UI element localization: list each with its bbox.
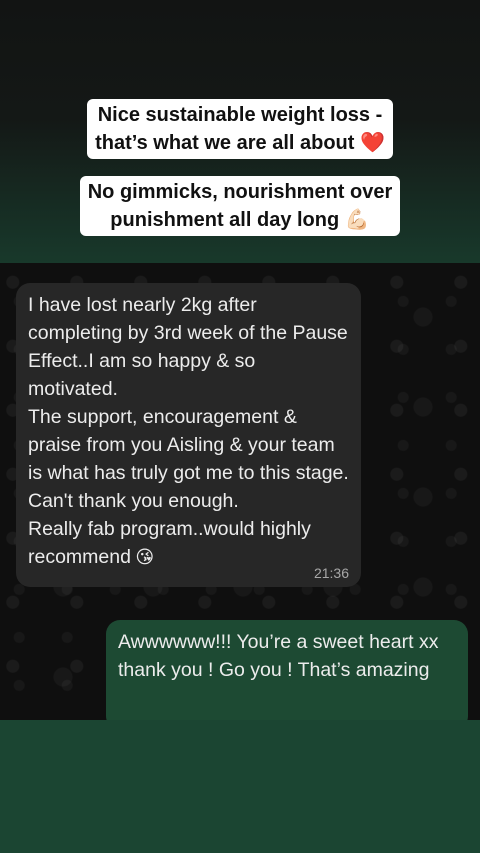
incoming-message-bubble: I have lost nearly 2kg after completing … <box>16 283 361 587</box>
message-timestamp: 21:36 <box>313 565 349 581</box>
outgoing-message-text: Awwwwww!!! You’re a sweet heart xx thank… <box>118 631 439 681</box>
caption-pill-1: Nice sustainable weight loss - that’s wh… <box>87 99 393 159</box>
caption-line-3: No gimmicks, nourishment over <box>87 181 393 203</box>
outgoing-message-bubble: Awwwwww!!! You’re a sweet heart xx thank… <box>106 620 468 720</box>
caption-line-1: Nice sustainable weight loss - <box>97 104 383 126</box>
caption-line-4: punishment all day long 💪🏻 <box>110 209 370 231</box>
kiss-emoji: 😘 <box>135 547 155 567</box>
story-footer <box>0 720 480 853</box>
chat-screenshot: I have lost nearly 2kg after completing … <box>0 263 480 720</box>
caption-pill-2: No gimmicks, nourishment over punishment… <box>79 176 401 236</box>
caption-line-2: that’s what we are all about ❤️ <box>95 132 385 154</box>
caption-block-2: No gimmicks, nourishment over punishment… <box>0 176 480 236</box>
incoming-message-text: I have lost nearly 2kg after completing … <box>28 294 349 568</box>
caption-block-1: Nice sustainable weight loss - that’s wh… <box>0 99 480 159</box>
